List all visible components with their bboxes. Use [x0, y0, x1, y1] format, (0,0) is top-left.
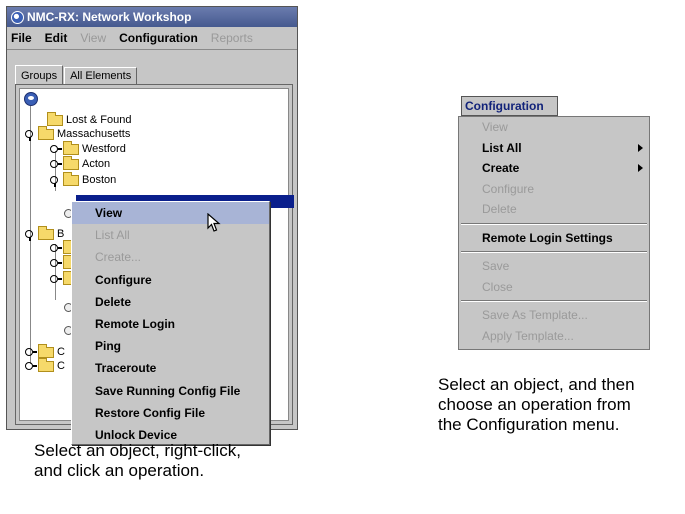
context-menu-item-ping[interactable]: Ping [72, 335, 269, 357]
folder-icon [63, 171, 79, 186]
config-menu-item-view[interactable]: View [459, 117, 649, 138]
expand-handle-icon[interactable] [25, 129, 35, 141]
folder-icon [38, 343, 54, 358]
expand-handle-icon[interactable] [25, 229, 35, 241]
menu-bar: File Edit View Configuration Reports [7, 27, 297, 50]
menu-view[interactable]: View [80, 31, 106, 45]
menu-edit[interactable]: Edit [45, 31, 68, 45]
left-caption: Select an object, right-click, and click… [34, 441, 241, 480]
config-menu-item-save[interactable]: Save [459, 256, 649, 277]
folder-icon [63, 155, 79, 170]
configuration-dropdown: View List All Create Configure Delete Remote … [458, 116, 650, 350]
configuration-menu-header[interactable]: Configuration [461, 96, 558, 116]
submenu-arrow-icon [638, 164, 643, 172]
tree-node-massachusetts[interactable]: Massachusetts [25, 125, 130, 141]
expand-handle-icon[interactable] [50, 175, 60, 187]
folder-icon [38, 357, 54, 372]
right-caption: Select an object, and then choose an ope… [438, 375, 635, 434]
tree-node-boston[interactable]: Boston [50, 171, 116, 187]
config-menu-item-create[interactable]: Create [459, 158, 649, 179]
expand-handle-icon[interactable] [25, 347, 37, 357]
context-menu-item-create[interactable]: Create... [72, 246, 269, 268]
tree-node-b[interactable]: B [25, 225, 64, 241]
config-menu-item-close[interactable]: Close [459, 277, 649, 298]
folder-icon [47, 111, 63, 126]
context-menu-item-configure[interactable]: Configure [72, 269, 269, 291]
tree-node-acton[interactable]: Acton [50, 155, 110, 171]
expand-handle-icon[interactable] [50, 159, 62, 169]
tab-all-elements[interactable]: All Elements [64, 67, 138, 84]
context-menu-item-restore-config-file[interactable]: Restore Config File [72, 402, 269, 424]
folder-icon [38, 225, 54, 240]
title-bar: NMC-RX: Network Workshop [7, 7, 297, 27]
menu-configuration[interactable]: Configuration [119, 31, 198, 45]
menu-reports[interactable]: Reports [211, 31, 253, 45]
context-menu-item-remote-login[interactable]: Remote Login [72, 313, 269, 335]
config-menu-item-remote-login-settings[interactable]: Remote Login Settings [459, 228, 649, 249]
folder-icon [63, 140, 79, 155]
app-logo-icon [11, 10, 24, 24]
window-title: NMC-RX: Network Workshop [27, 10, 192, 24]
tree-node-westford[interactable]: Westford [50, 140, 126, 156]
tab-groups[interactable]: Groups [15, 65, 64, 84]
expand-handle-icon[interactable] [50, 144, 62, 154]
tab-strip: Groups All Elements [15, 65, 138, 84]
config-menu-item-configure[interactable]: Configure [459, 179, 649, 200]
config-menu-item-apply-template[interactable]: Apply Template... [459, 326, 649, 347]
context-menu-item-traceroute[interactable]: Traceroute [72, 357, 269, 379]
menu-separator [461, 300, 647, 302]
expand-handle-icon[interactable] [50, 274, 62, 284]
config-menu-item-save-as-template[interactable]: Save As Template... [459, 305, 649, 326]
context-menu-item-view[interactable]: View [72, 202, 269, 225]
submenu-arrow-icon [638, 143, 643, 152]
context-menu: View List All Create... Configure Delete Remo… [71, 201, 270, 445]
config-menu-item-list-all[interactable]: List All [459, 138, 649, 159]
menu-separator [461, 251, 647, 253]
network-root-icon[interactable] [24, 92, 38, 106]
context-menu-item-save-running-config-file[interactable]: Save Running Config File [72, 380, 269, 402]
context-menu-item-list-all[interactable]: List All [72, 224, 269, 246]
expand-handle-icon[interactable] [50, 243, 62, 253]
config-menu-item-delete[interactable]: Delete [459, 199, 649, 220]
menu-file[interactable]: File [11, 31, 32, 45]
tree-node-lost-found[interactable]: Lost & Found [47, 111, 131, 127]
menu-separator [461, 222, 647, 225]
expand-handle-icon[interactable] [25, 361, 37, 371]
mouse-cursor-icon [207, 213, 221, 232]
folder-icon [38, 125, 54, 140]
expand-handle-icon[interactable] [50, 258, 62, 268]
tree-node-c2[interactable]: C [25, 357, 65, 373]
context-menu-item-delete[interactable]: Delete [72, 291, 269, 313]
